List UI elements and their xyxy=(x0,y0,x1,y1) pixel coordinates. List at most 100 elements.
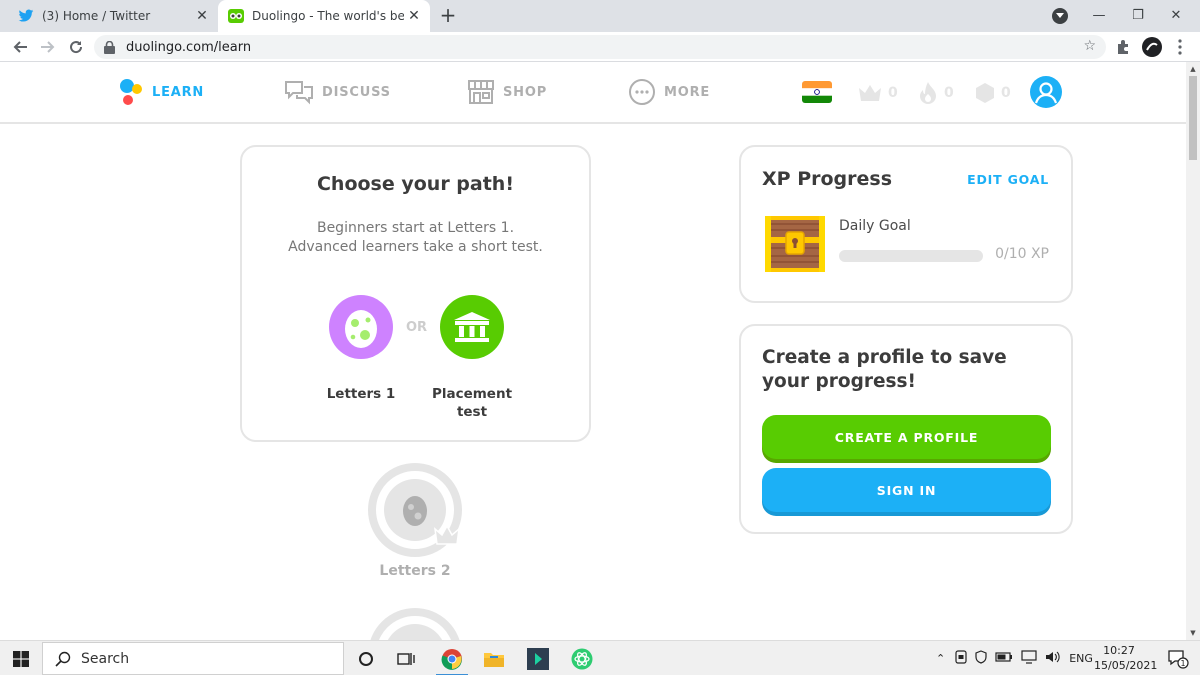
placement-test-option[interactable]: Placement test xyxy=(422,295,522,421)
tab-title: (3) Home / Twitter xyxy=(42,9,151,23)
taskbar-search-box[interactable]: Search xyxy=(42,642,344,675)
egg-icon xyxy=(345,310,377,348)
crown-icon xyxy=(858,84,882,102)
browser-toolbar: duolingo.com/learn ☆ xyxy=(0,32,1200,62)
choose-path-card: Choose your path! Beginners start at Let… xyxy=(240,145,591,442)
daily-goal-label: Daily Goal xyxy=(839,218,911,234)
twitter-bird-icon xyxy=(18,8,34,24)
atom-app-icon[interactable] xyxy=(562,641,602,675)
tab-search-icon[interactable] xyxy=(1052,8,1068,24)
learn-icon xyxy=(118,77,144,107)
reload-icon xyxy=(70,41,83,54)
user-icon xyxy=(1034,82,1058,104)
xp-card-title: XP Progress xyxy=(762,168,893,190)
letters-2-label: Letters 2 xyxy=(379,563,451,579)
url-text: duolingo.com/learn xyxy=(126,39,252,55)
volume-icon[interactable] xyxy=(1045,650,1061,667)
gems-stat[interactable]: 0 xyxy=(975,80,1011,106)
clock-time: 10:27 xyxy=(1103,644,1135,657)
tray-app-icon[interactable] xyxy=(955,650,967,667)
treasure-chest-icon xyxy=(762,210,828,276)
new-tab-button[interactable]: + xyxy=(436,4,460,28)
shop-icon xyxy=(467,79,495,105)
tab-twitter[interactable]: (3) Home / Twitter ✕ xyxy=(8,0,218,32)
label-line: test xyxy=(456,404,488,420)
path-card-subtitle: Beginners start at Letters 1. Advanced l… xyxy=(242,219,589,257)
window-close-button[interactable]: ✕ xyxy=(1154,0,1198,30)
arrow-left-icon xyxy=(13,41,27,53)
task-view-icon[interactable] xyxy=(386,641,426,675)
daily-goal-progress-bar xyxy=(839,250,983,262)
user-avatar[interactable] xyxy=(1030,76,1062,108)
system-tray: ⌃ ENG xyxy=(936,641,1093,675)
chrome-taskbar-icon[interactable] xyxy=(432,641,472,675)
clock-date: 15/05/2021 xyxy=(1094,659,1158,672)
create-profile-button[interactable]: CREATE A PROFILE xyxy=(762,415,1051,459)
extensions-puzzle-icon[interactable] xyxy=(1112,35,1136,59)
subtitle-line: Beginners start at Letters 1. xyxy=(316,220,515,236)
streak-stat[interactable]: 0 xyxy=(918,80,954,106)
nav-learn-label: LEARN xyxy=(152,84,205,100)
app-arrow-icon[interactable] xyxy=(518,641,558,675)
nav-shop-label: SHOP xyxy=(503,84,548,100)
bookmark-star-icon[interactable]: ☆ xyxy=(1083,38,1096,54)
discuss-icon xyxy=(284,79,314,105)
chevron-up-icon[interactable]: ⌃ xyxy=(936,652,945,665)
path-card-title: Choose your path! xyxy=(316,173,515,195)
windows-taskbar: Search ⌃ ENG 10:27 15/05/2021 1 xyxy=(0,640,1200,675)
notification-center-icon[interactable]: 1 xyxy=(1158,641,1198,675)
file-explorer-icon[interactable] xyxy=(474,641,514,675)
scroll-down-icon[interactable]: ▼ xyxy=(1186,626,1200,640)
windows-start-icon[interactable] xyxy=(0,641,42,675)
security-shield-icon[interactable] xyxy=(975,650,987,667)
duolingo-owl-icon xyxy=(228,8,244,24)
placement-test-label: Placement test xyxy=(422,385,522,421)
notification-count: 1 xyxy=(1180,659,1185,668)
battery-icon[interactable] xyxy=(995,652,1013,665)
close-icon[interactable]: ✕ xyxy=(404,6,424,26)
create-profile-card: Create a profile to save your progress! … xyxy=(739,324,1073,534)
edit-goal-link[interactable]: EDIT GOAL xyxy=(967,172,1049,187)
minimize-button[interactable]: — xyxy=(1077,0,1121,30)
nav-more[interactable]: MORE xyxy=(628,76,710,108)
nav-discuss-label: DISCUSS xyxy=(322,84,391,100)
page-scrollbar[interactable]: ▲ ▼ xyxy=(1186,62,1200,640)
taskbar-clock[interactable]: 10:27 15/05/2021 xyxy=(1094,643,1158,673)
fire-icon xyxy=(918,81,938,105)
address-bar[interactable]: duolingo.com/learn ☆ xyxy=(94,35,1106,59)
subtitle-line: Advanced learners take a short test. xyxy=(288,239,543,255)
nav-shop[interactable]: SHOP xyxy=(467,76,547,108)
arrow-right-icon xyxy=(41,41,55,53)
india-flag-icon[interactable] xyxy=(802,81,832,103)
reload-button[interactable] xyxy=(64,35,88,59)
more-icon xyxy=(628,78,656,106)
letters-1-label: Letters 1 xyxy=(326,386,396,402)
close-icon[interactable]: ✕ xyxy=(192,6,212,26)
back-button[interactable] xyxy=(8,35,32,59)
cortana-icon[interactable] xyxy=(346,641,386,675)
language-indicator[interactable]: ENG xyxy=(1069,652,1093,665)
network-icon[interactable] xyxy=(1021,650,1037,667)
scroll-thumb[interactable] xyxy=(1189,76,1197,160)
nav-discuss[interactable]: DISCUSS xyxy=(284,76,391,108)
profile-avatar-icon[interactable] xyxy=(1140,35,1164,59)
sign-in-button[interactable]: SIGN IN xyxy=(762,468,1051,512)
browser-tab-strip: (3) Home / Twitter ✕ Duolingo - The worl… xyxy=(0,0,1200,32)
crowns-stat[interactable]: 0 xyxy=(858,80,898,106)
letters-1-circle[interactable] xyxy=(329,295,393,359)
nav-learn[interactable]: LEARN xyxy=(118,76,204,108)
placement-test-circle[interactable] xyxy=(440,295,504,359)
scroll-up-icon[interactable]: ▲ xyxy=(1186,62,1200,76)
xp-progress-card: XP Progress EDIT GOAL Daily Goal 0/10 XP xyxy=(739,145,1073,303)
bank-building-icon xyxy=(454,312,490,342)
profile-card-title: Create a profile to save your progress! xyxy=(762,347,1007,392)
crown-icon xyxy=(434,525,460,545)
menu-kebab-icon[interactable] xyxy=(1168,35,1192,59)
lock-icon xyxy=(104,40,118,54)
tab-duolingo[interactable]: Duolingo - The world's best way ✕ xyxy=(218,0,430,32)
search-placeholder: Search xyxy=(81,650,130,667)
letters-1-option[interactable]: Letters 1 xyxy=(311,295,411,403)
forward-button[interactable] xyxy=(36,35,60,59)
gem-icon xyxy=(975,82,995,104)
duolingo-header: LEARN DISCUSS SHOP MORE 0 0 0 xyxy=(0,62,1186,124)
